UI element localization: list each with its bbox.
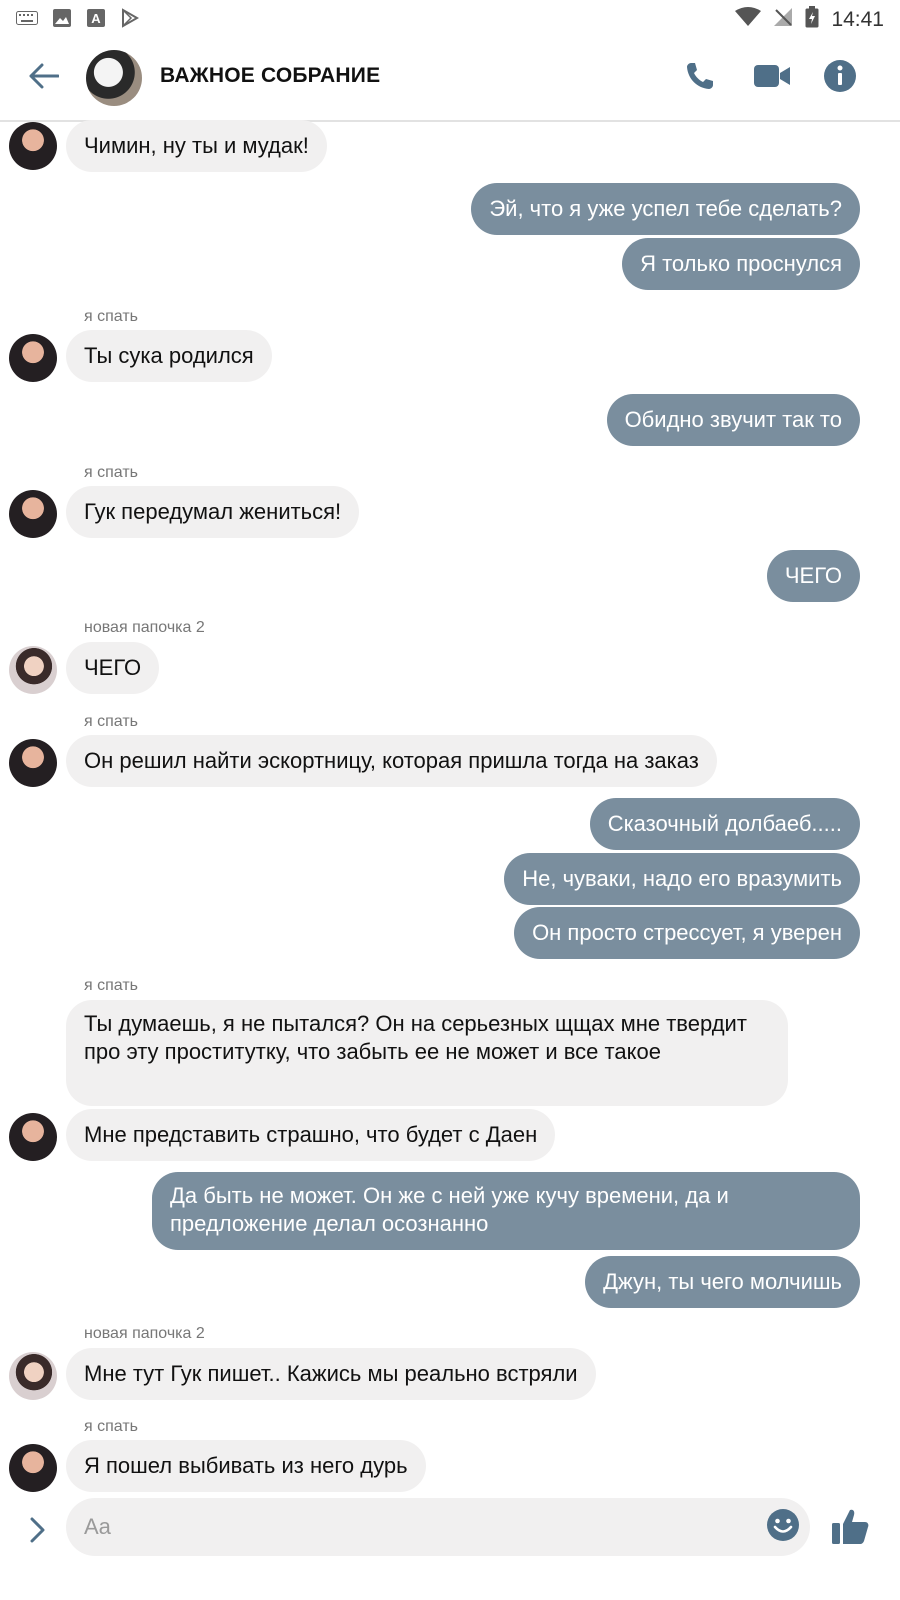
chat-header: ВАЖНОЕ СОБРАНИЕ: [0, 36, 900, 122]
call-button[interactable]: [680, 58, 720, 98]
outgoing-message[interactable]: Обидно звучит так то: [606, 394, 860, 446]
incoming-message[interactable]: Он решил найти эскортницу, которая пришл…: [66, 735, 717, 787]
play-store-icon: [120, 8, 140, 33]
video-icon: [753, 63, 791, 94]
avatar[interactable]: [9, 739, 57, 787]
outgoing-message[interactable]: ЧЕГО: [766, 550, 860, 602]
conversation-title[interactable]: ВАЖНОЕ СОБРАНИЕ: [160, 64, 380, 88]
font-a-icon: A: [86, 8, 106, 33]
keyboard-icon: [16, 11, 38, 30]
outgoing-message[interactable]: Он просто стрессует, я уверен: [514, 907, 860, 959]
sender-name: я спать: [84, 464, 138, 481]
group-avatar[interactable]: [86, 50, 142, 106]
sender-name: новая папочка 2: [84, 619, 205, 636]
outgoing-message[interactable]: Эй, что я уже успел тебе сделать?: [471, 183, 860, 235]
incoming-message[interactable]: ЧЕГО: [66, 642, 160, 694]
like-button[interactable]: [826, 1504, 874, 1552]
incoming-message[interactable]: Ты думаешь, я не пытался? Он на серьезны…: [66, 1000, 788, 1106]
avatar[interactable]: [9, 122, 57, 170]
incoming-message[interactable]: Гук передумал жениться!: [66, 486, 360, 538]
outgoing-message[interactable]: Не, чуваки, надо его вразумить: [504, 853, 860, 905]
sender-name: я спать: [84, 977, 138, 994]
info-icon: [823, 59, 857, 98]
incoming-message[interactable]: Чимин, ну ты и мудак!: [66, 120, 327, 172]
avatar[interactable]: [9, 646, 57, 694]
incoming-message[interactable]: Ты сука родился: [66, 330, 272, 382]
outgoing-message[interactable]: Да быть не может. Он же с ней уже кучу в…: [152, 1172, 860, 1250]
sender-name: я спать: [84, 1418, 138, 1435]
expand-actions-button[interactable]: [20, 1512, 56, 1552]
sender-name: я спать: [84, 713, 138, 730]
wifi-icon: [735, 7, 762, 32]
emoji-icon: [766, 1508, 800, 1547]
outgoing-message[interactable]: Джун, ты чего молчишь: [585, 1256, 860, 1308]
back-button[interactable]: [24, 58, 64, 98]
battery-icon: [805, 6, 819, 33]
avatar[interactable]: [9, 334, 57, 382]
incoming-message[interactable]: Я пошел выбивать из него дурь: [66, 1440, 426, 1492]
message-input[interactable]: [66, 1498, 810, 1556]
info-button[interactable]: [820, 58, 860, 98]
thumbs-up-icon: [830, 1506, 870, 1551]
svg-text:A: A: [91, 11, 101, 26]
message-composer: [0, 1492, 900, 1600]
emoji-button[interactable]: [764, 1508, 802, 1546]
gallery-icon: [52, 8, 72, 33]
clock: 14:41: [831, 7, 884, 31]
chevron-right-icon: [29, 1516, 47, 1549]
back-arrow-icon: [29, 63, 60, 94]
avatar[interactable]: [9, 490, 57, 538]
avatar[interactable]: [9, 1444, 57, 1492]
incoming-message[interactable]: Мне представить страшно, что будет с Дае…: [66, 1109, 556, 1161]
sender-name: новая папочка 2: [84, 1325, 205, 1342]
status-bar: A 14:41: [0, 0, 900, 36]
outgoing-message[interactable]: Сказочный долбаеб.....: [589, 798, 860, 850]
incoming-message[interactable]: Мне тут Гук пишет.. Кажись мы реально вс…: [66, 1348, 596, 1400]
avatar[interactable]: [9, 1113, 57, 1161]
no-signal-icon: [773, 7, 793, 32]
avatar[interactable]: [9, 1352, 57, 1400]
outgoing-message[interactable]: Я только проснулся: [622, 238, 860, 290]
phone-icon: [684, 60, 716, 97]
sender-name: я спать: [84, 308, 138, 325]
video-call-button[interactable]: [752, 58, 792, 98]
